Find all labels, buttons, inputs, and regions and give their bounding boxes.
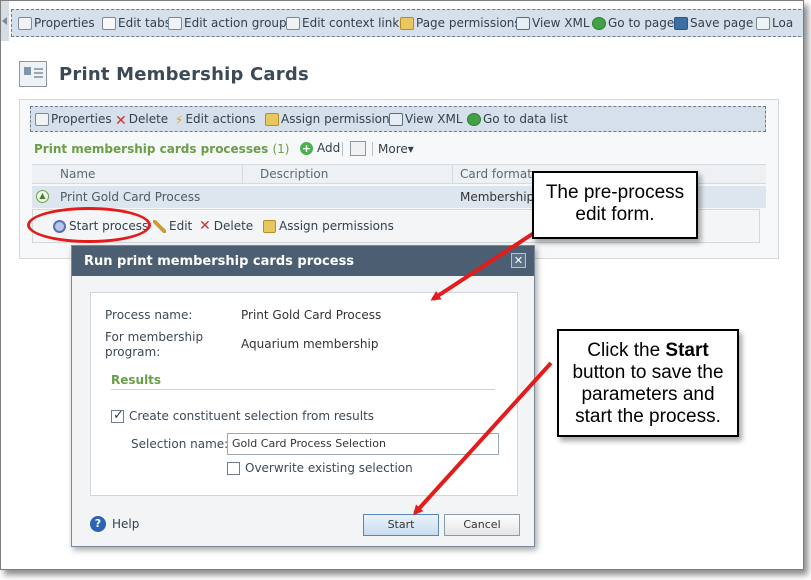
toolbar-page-permissions-button[interactable]: Page permissions [400, 10, 521, 36]
delete-icon: ✕ [199, 217, 211, 234]
add-icon: + [300, 141, 313, 155]
create-selection-label[interactable]: Create constituent selection from result… [129, 409, 374, 423]
screenshot-frame: Properties Edit tabs Edit action groups … [0, 0, 811, 580]
tabs-icon [102, 16, 116, 30]
section-properties-button[interactable]: Properties [35, 107, 112, 131]
toolbar-divider [342, 142, 343, 156]
permissions-icon [265, 112, 279, 126]
application-window: Properties Edit tabs Edit action groups … [0, 0, 804, 570]
pencil-icon [153, 219, 166, 233]
edit-button[interactable]: Edit [153, 219, 192, 233]
page-header: Print Membership Cards [19, 59, 309, 89]
page-title: Print Membership Cards [59, 63, 309, 85]
toolbar-edit-context-links-button[interactable]: Edit context links [286, 10, 406, 36]
delete-button[interactable]: ✕ Delete [199, 217, 253, 234]
column-divider [242, 165, 243, 183]
action-groups-icon [168, 16, 182, 30]
cancel-button[interactable]: Cancel [444, 514, 520, 536]
help-link[interactable]: ? Help [90, 516, 139, 532]
lightning-icon: ⚡ [175, 112, 184, 127]
section-go-to-data-list-button[interactable]: Go to data list [467, 107, 568, 131]
assign-permissions-button[interactable]: Assign permissions [263, 219, 394, 233]
collapse-row-icon[interactable]: ▲ [36, 190, 49, 203]
program-label-line1: For membership [105, 330, 204, 344]
overwrite-selection-checkbox[interactable] [227, 462, 240, 475]
toolbar-go-to-page-button[interactable]: Go to page [592, 10, 674, 36]
create-selection-checkbox[interactable] [111, 408, 124, 423]
results-heading: Results [111, 373, 162, 387]
callout-start-button: Click the Start button to save the param… [557, 329, 739, 437]
save-icon [674, 16, 688, 30]
column-header-description[interactable]: Description [260, 167, 328, 181]
section-view-xml-button[interactable]: View XML [389, 107, 463, 131]
chevron-left-icon [2, 17, 7, 25]
more-menu-button[interactable]: More▾ [378, 142, 414, 156]
callout-preprocess-form: The pre-process edit form. [532, 171, 698, 239]
selection-name-input[interactable]: Gold Card Process Selection [227, 433, 499, 455]
section-delete-button[interactable]: ✕ Delete [115, 107, 168, 131]
run-process-dialog: Run print membership cards process ✕ Pro… [71, 245, 535, 547]
properties-icon [35, 112, 49, 126]
dialog-title: Run print membership cards process [72, 246, 534, 276]
delete-icon: ✕ [115, 112, 127, 129]
section-design-toolbar: Properties ✕ Delete ⚡ Edit actions Assign … [30, 106, 766, 132]
overwrite-selection-label[interactable]: Overwrite existing selection [245, 461, 413, 475]
load-icon [756, 16, 770, 30]
add-button[interactable]: + Add [300, 141, 340, 155]
toolbar-edit-action-groups-button[interactable]: Edit action groups [168, 10, 293, 36]
dialog-form: Process name: Print Gold Card Process Fo… [90, 292, 518, 496]
section-assign-permissions-button[interactable]: Assign permissions [265, 107, 396, 131]
link-icon [286, 16, 300, 30]
permissions-icon [263, 219, 276, 233]
refresh-button[interactable] [350, 141, 366, 156]
selection-name-label: Selection name: [131, 437, 229, 451]
toolbar-edit-tabs-button[interactable]: Edit tabs [102, 10, 171, 36]
process-name-label: Process name: [105, 308, 193, 322]
column-divider [452, 165, 453, 183]
toolbar-divider [372, 142, 373, 156]
start-button[interactable]: Start [363, 514, 439, 536]
help-icon: ? [90, 516, 106, 532]
toolbar-load-button[interactable]: Loa [756, 10, 793, 36]
collapse-handle[interactable] [1, 1, 9, 41]
column-header-name[interactable]: Name [60, 167, 95, 181]
program-label-line2: program: [105, 345, 161, 359]
toolbar-save-page-button[interactable]: Save page [674, 10, 753, 36]
page-design-toolbar: Properties Edit tabs Edit action groups … [11, 9, 803, 37]
list-count: (1) [272, 142, 290, 156]
list-title: Print membership cards processes (1) [34, 142, 290, 156]
membership-card-icon [19, 61, 47, 87]
xml-icon [516, 16, 530, 30]
column-header-card-format[interactable]: Card format [460, 167, 532, 181]
section-edit-actions-button[interactable]: ⚡ Edit actions [175, 107, 256, 131]
go-icon [592, 16, 606, 30]
results-divider [111, 389, 495, 390]
process-name-value: Print Gold Card Process [241, 308, 382, 322]
program-value: Aquarium membership [241, 337, 379, 351]
close-icon[interactable]: ✕ [511, 253, 526, 268]
properties-icon [18, 16, 32, 30]
toolbar-properties-button[interactable]: Properties [18, 10, 95, 36]
toolbar-view-xml-button[interactable]: View XML [516, 10, 590, 36]
row-name[interactable]: Print Gold Card Process [60, 190, 200, 204]
permissions-icon [400, 16, 414, 30]
highlight-ellipse [27, 207, 151, 243]
go-icon [467, 112, 481, 126]
xml-icon [389, 112, 403, 126]
